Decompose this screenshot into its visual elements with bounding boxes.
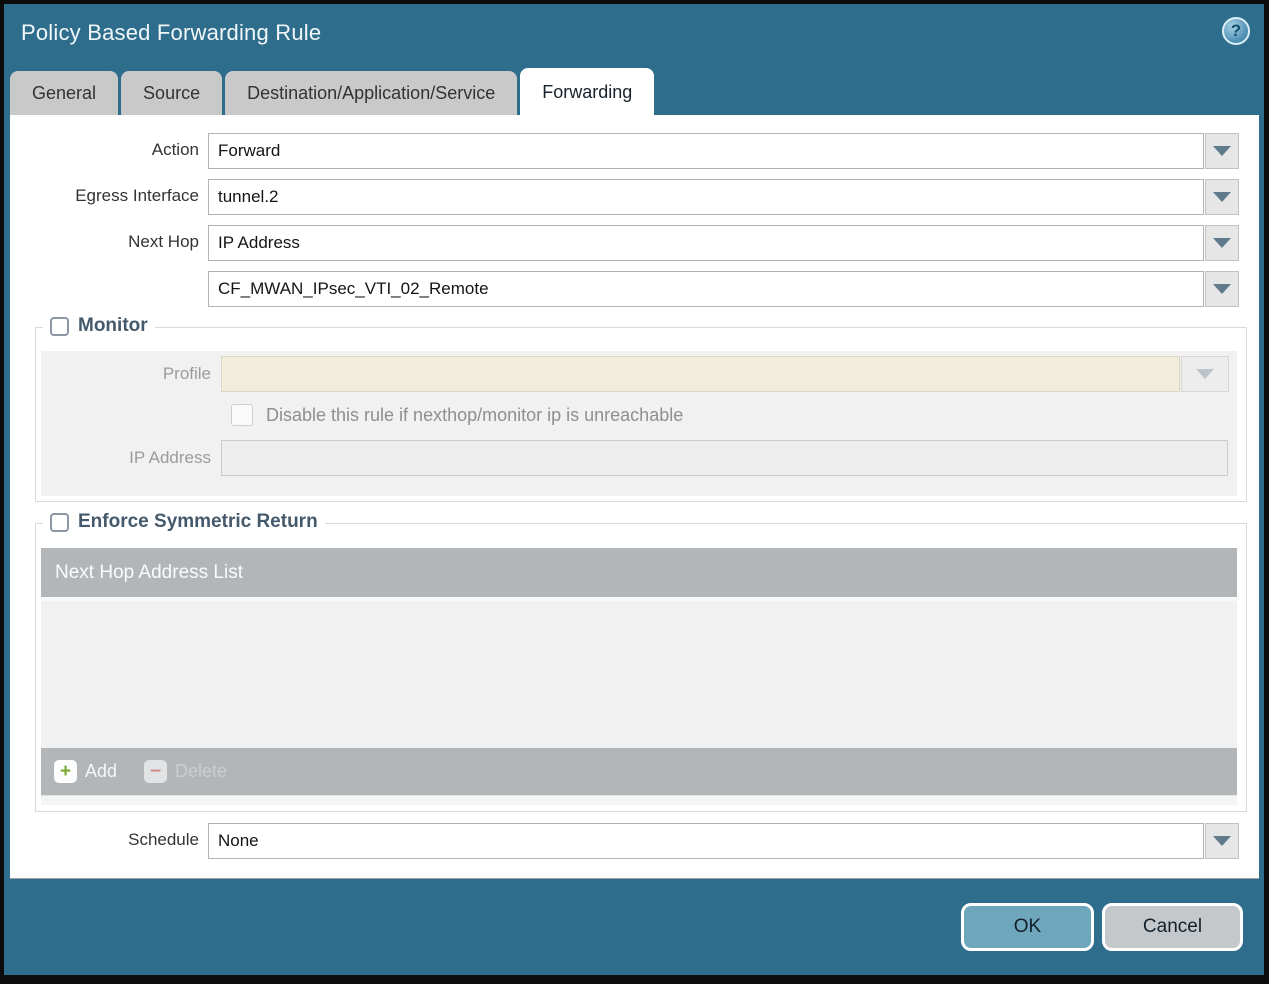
symmetric-return-checkbox[interactable] xyxy=(50,512,69,532)
table-bottom-strip xyxy=(41,795,1237,805)
next-hop-label: Next Hop xyxy=(128,232,199,251)
profile-value[interactable] xyxy=(221,356,1180,392)
chevron-down-icon xyxy=(1213,192,1231,202)
tab-destination-application-service[interactable]: Destination/Application/Service xyxy=(225,71,518,115)
monitor-ip-value[interactable] xyxy=(221,440,1228,476)
table-toolbar: + Add − Delete xyxy=(41,748,1237,795)
next-hop-address-combo: CF_MWAN_IPsec_VTI_02_Remote xyxy=(208,271,1239,307)
symmetric-return-legend: Enforce Symmetric Return xyxy=(43,511,325,533)
schedule-combo: None xyxy=(208,823,1239,859)
cancel-button[interactable]: Cancel xyxy=(1102,903,1243,951)
profile-dropdown-button[interactable] xyxy=(1181,356,1229,392)
delete-button-label: Delete xyxy=(175,761,228,781)
next-hop-address-list-column-header: Next Hop Address List xyxy=(55,561,243,583)
profile-label: Profile xyxy=(162,364,211,383)
egress-interface-combo: tunnel.2 xyxy=(208,179,1239,215)
pbf-rule-dialog: Policy Based Forwarding Rule ? General S… xyxy=(0,0,1269,984)
forwarding-tab-panel: Action Forward Egress Interface tunnel.2… xyxy=(10,115,1259,879)
add-button-label: Add xyxy=(85,761,118,781)
table-body xyxy=(41,597,1237,748)
next-hop-address-dropdown-button[interactable] xyxy=(1205,271,1239,307)
next-hop-row: Next Hop IP Address xyxy=(10,225,1259,261)
chevron-down-icon xyxy=(1213,146,1231,156)
action-label: Action xyxy=(151,140,199,159)
next-hop-dropdown-button[interactable] xyxy=(1205,225,1239,261)
help-icon[interactable]: ? xyxy=(1222,17,1250,45)
disable-rule-checkbox[interactable] xyxy=(231,404,253,426)
minus-icon: − xyxy=(144,760,168,783)
egress-interface-dropdown-button[interactable] xyxy=(1205,179,1239,215)
chevron-down-icon xyxy=(1213,238,1231,248)
next-hop-address-label xyxy=(10,271,208,278)
disable-rule-label: Disable this rule if nexthop/monitor ip … xyxy=(266,404,684,425)
egress-interface-value[interactable]: tunnel.2 xyxy=(208,179,1204,215)
action-row: Action Forward xyxy=(10,133,1259,169)
tab-source[interactable]: Source xyxy=(121,71,223,115)
table-header: Next Hop Address List xyxy=(41,548,1237,597)
next-hop-address-list-table: Next Hop Address List + Add − Delete xyxy=(41,548,1237,805)
egress-interface-row: Egress Interface tunnel.2 xyxy=(10,179,1259,215)
next-hop-address-value[interactable]: CF_MWAN_IPsec_VTI_02_Remote xyxy=(208,271,1204,307)
tab-bar: General Source Destination/Application/S… xyxy=(4,68,1264,115)
next-hop-value[interactable]: IP Address xyxy=(208,225,1204,261)
dialog-title: Policy Based Forwarding Rule xyxy=(21,20,322,45)
action-dropdown-button[interactable] xyxy=(1205,133,1239,169)
chevron-down-icon xyxy=(1213,284,1231,294)
delete-button[interactable]: − Delete xyxy=(144,760,227,783)
tab-general[interactable]: General xyxy=(10,71,119,115)
next-hop-address-row: CF_MWAN_IPsec_VTI_02_Remote xyxy=(10,271,1259,307)
title-bar: Policy Based Forwarding Rule ? xyxy=(4,4,1264,68)
monitor-ip-label: IP Address xyxy=(129,448,211,467)
schedule-label: Schedule xyxy=(128,830,199,849)
monitor-legend: Monitor xyxy=(43,315,155,337)
add-button[interactable]: + Add xyxy=(54,760,117,783)
monitor-checkbox[interactable] xyxy=(50,316,69,336)
action-value[interactable]: Forward xyxy=(208,133,1204,169)
disable-rule-row: Disable this rule if nexthop/monitor ip … xyxy=(41,404,1237,426)
monitor-title: Monitor xyxy=(78,315,148,336)
enforce-symmetric-return-section: Enforce Symmetric Return Next Hop Addres… xyxy=(35,511,1247,812)
schedule-dropdown-button[interactable] xyxy=(1205,823,1239,859)
schedule-value[interactable]: None xyxy=(208,823,1204,859)
action-combo: Forward xyxy=(208,133,1239,169)
schedule-row: Schedule None xyxy=(10,823,1259,859)
plus-icon: + xyxy=(54,760,77,783)
symmetric-return-title: Enforce Symmetric Return xyxy=(78,511,318,532)
dialog-footer: OK Cancel xyxy=(4,879,1264,975)
chevron-down-icon xyxy=(1213,836,1231,846)
next-hop-combo: IP Address xyxy=(208,225,1239,261)
monitor-section: Monitor Profile Disable this rule if nex… xyxy=(35,315,1247,502)
tab-forwarding[interactable]: Forwarding xyxy=(520,68,655,115)
chevron-down-icon xyxy=(1196,369,1214,379)
monitor-profile-row: Profile xyxy=(41,356,1237,392)
egress-interface-label: Egress Interface xyxy=(75,186,199,205)
monitor-panel: Profile Disable this rule if nexthop/mon… xyxy=(41,351,1237,496)
monitor-ip-row: IP Address xyxy=(41,440,1237,476)
ok-button[interactable]: OK xyxy=(961,903,1094,951)
